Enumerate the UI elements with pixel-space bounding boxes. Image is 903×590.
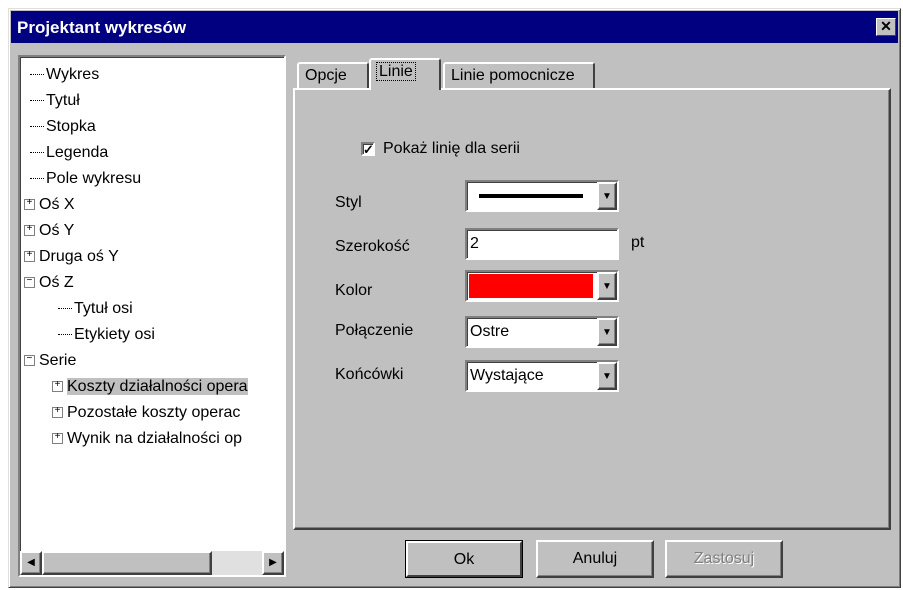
tree-item-label: Pozostałe koszty operac: [67, 404, 241, 421]
tree-item-os-x[interactable]: + Oś X: [24, 193, 75, 217]
width-input[interactable]: 2: [465, 228, 619, 260]
tab-label: Opcje: [305, 67, 347, 84]
close-button[interactable]: ✕: [876, 18, 896, 36]
cancel-button-label: Anuluj: [572, 550, 618, 567]
caps-value: Wystające: [470, 367, 544, 384]
title-bar[interactable]: Projektant wykresów ✕: [11, 11, 898, 43]
chevron-down-icon: ▼: [602, 281, 612, 292]
tree-item-label: Druga oś Y: [39, 248, 119, 265]
arrow-left-icon: ◀: [27, 557, 35, 568]
style-dropdown[interactable]: ▼: [465, 180, 619, 212]
apply-button[interactable]: Zastosuj: [665, 540, 783, 578]
width-value: 2: [470, 235, 479, 252]
tree-item-label: Wynik na działalności op: [67, 430, 243, 447]
tree-item-tytul-osi[interactable]: Tytuł osi: [58, 297, 133, 321]
tab-label: Linie: [376, 62, 416, 81]
caps-dropdown[interactable]: Wystające ▼: [465, 360, 619, 392]
chevron-down-icon: ▼: [602, 371, 612, 382]
color-swatch: [469, 274, 593, 298]
close-icon: ✕: [880, 18, 892, 34]
caps-label: Końcówki: [335, 366, 404, 383]
join-dropdown[interactable]: Ostre ▼: [465, 316, 619, 348]
tree-item-label: Etykiety osi: [74, 326, 155, 343]
tree-item-os-z[interactable]: − Oś Z: [24, 271, 74, 295]
tree-item-etykiety-osi[interactable]: Etykiety osi: [58, 323, 155, 347]
chevron-down-icon: ▼: [602, 327, 612, 338]
tree-items: Wykres Tytuł Stopka Legenda Pole wykresu…: [20, 57, 284, 551]
tree-item-pole-wykresu[interactable]: Pole wykresu: [30, 167, 141, 191]
tree-connector: [30, 152, 44, 154]
tree-item-stopka[interactable]: Stopka: [30, 115, 96, 139]
tree-item-label: Wykres: [46, 66, 100, 83]
tree-connector: [30, 178, 44, 180]
show-line-label: Pokaż linię dla serii: [383, 140, 520, 157]
apply-button-label: Zastosuj: [693, 550, 755, 567]
tree-item-wykres[interactable]: Wykres: [30, 63, 99, 87]
width-unit: pt: [631, 234, 645, 251]
tab-linie-pomocnicze[interactable]: Linie pomocnicze: [443, 62, 595, 88]
ok-button[interactable]: Ok: [405, 540, 523, 578]
tree-item-series-2[interactable]: + Pozostałe koszty operac: [52, 401, 240, 425]
join-value: Ostre: [470, 323, 510, 340]
expand-icon[interactable]: +: [24, 225, 35, 237]
tree-connector: [30, 74, 44, 76]
caps-dropdown-button[interactable]: ▼: [597, 362, 617, 390]
ok-button-label: Ok: [453, 551, 475, 568]
tree-item-label: Koszty działalności opera: [67, 378, 248, 395]
scroll-right-button[interactable]: ▶: [262, 551, 284, 575]
collapse-icon[interactable]: −: [24, 355, 35, 367]
color-label: Kolor: [335, 282, 373, 299]
scroll-thumb[interactable]: [42, 551, 212, 575]
tree-connector: [58, 308, 72, 310]
show-line-checkbox[interactable]: ✓: [361, 142, 375, 156]
join-label: Połączenie: [335, 322, 414, 339]
dialog-title: Projektant wykresów: [17, 18, 187, 37]
tree-item-tytul[interactable]: Tytuł: [30, 89, 80, 113]
chevron-down-icon: ▼: [602, 191, 612, 202]
expand-icon[interactable]: +: [52, 433, 63, 445]
line-style-preview: [479, 194, 583, 198]
join-dropdown-button[interactable]: ▼: [597, 318, 617, 346]
tree-connector: [58, 334, 72, 336]
tree-item-label: Oś Y: [39, 222, 75, 239]
cancel-button[interactable]: Anuluj: [536, 540, 654, 578]
expand-icon[interactable]: +: [52, 407, 63, 419]
tree-item-series-3[interactable]: + Wynik na działalności op: [52, 427, 242, 451]
tree-item-serie[interactable]: − Serie: [24, 349, 76, 373]
tree-item-druga-os-y[interactable]: + Druga oś Y: [24, 245, 119, 269]
tree-item-os-y[interactable]: + Oś Y: [24, 219, 74, 243]
arrow-right-icon: ▶: [269, 557, 277, 568]
lines-tab-panel: ✓ Pokaż linię dla serii Styl ▼ Szerokość…: [293, 88, 891, 530]
tree-item-label: Tytuł osi: [74, 300, 133, 317]
tree-item-label: Pole wykresu: [46, 170, 142, 187]
tab-opcje[interactable]: Opcje: [297, 62, 369, 88]
color-dropdown-button[interactable]: ▼: [597, 272, 617, 300]
horizontal-scrollbar[interactable]: ◀ ▶: [20, 551, 284, 575]
style-label: Styl: [335, 194, 362, 211]
tree-item-legenda[interactable]: Legenda: [30, 141, 108, 165]
tree-item-label: Serie: [39, 352, 77, 369]
check-icon: ✓: [363, 142, 374, 157]
tree-item-label: Oś X: [39, 196, 75, 213]
width-label: Szerokość: [335, 238, 410, 255]
scroll-left-button[interactable]: ◀: [20, 551, 42, 575]
tab-linie[interactable]: Linie: [369, 58, 441, 90]
expand-icon[interactable]: +: [52, 381, 63, 393]
tree-item-label: Stopka: [46, 118, 96, 135]
expand-icon[interactable]: +: [24, 251, 35, 263]
tree-item-series-1[interactable]: + Koszty działalności opera: [52, 375, 248, 399]
style-dropdown-button[interactable]: ▼: [597, 182, 617, 210]
tree-item-label: Legenda: [46, 144, 109, 161]
color-dropdown[interactable]: ▼: [465, 270, 619, 302]
collapse-icon[interactable]: −: [24, 277, 35, 289]
tree-item-label: Tytuł: [46, 92, 80, 109]
tree-connector: [30, 126, 44, 128]
tab-label: Linie pomocnicze: [451, 67, 575, 84]
ok-button-face: Ok: [406, 541, 522, 577]
tree-item-label: Oś Z: [39, 274, 74, 291]
expand-icon[interactable]: +: [24, 199, 35, 211]
chart-element-tree[interactable]: Wykres Tytuł Stopka Legenda Pole wykresu…: [18, 55, 286, 577]
tree-connector: [30, 100, 44, 102]
